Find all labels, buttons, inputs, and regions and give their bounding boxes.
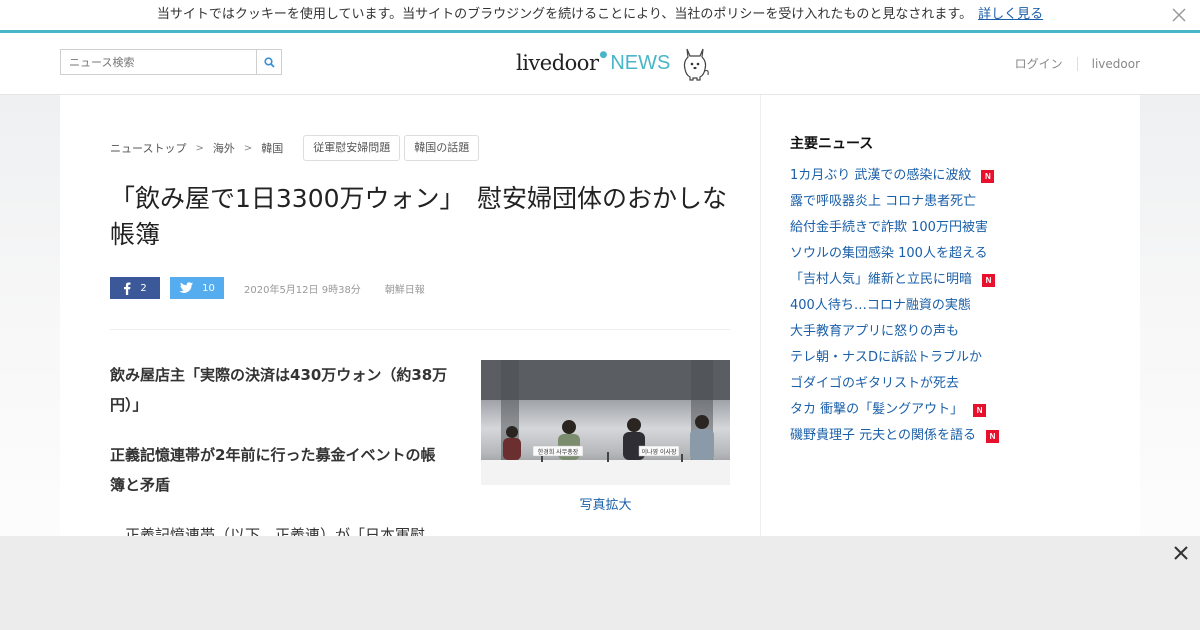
divider bbox=[110, 329, 730, 330]
news-link[interactable]: テレ朝・ナスDに訴訟トラブルか bbox=[790, 345, 982, 371]
news-link[interactable]: タカ 衝撃の「髪ングアウト」 bbox=[790, 397, 963, 423]
article-title: 「飲み屋で1日3300万ウォン」 慰安婦団体のおかしな帳簿 bbox=[110, 184, 728, 249]
twitter-share-button[interactable]: 10 bbox=[170, 277, 224, 299]
site-header: livedoor ● NEWS ログイン livedoor bbox=[0, 33, 1200, 95]
logo-news-text: NEWS bbox=[610, 51, 671, 74]
cookie-message: 当サイトではクッキーを使用しています。当サイトのブラウジングを続けることにより、… bbox=[156, 7, 973, 22]
list-item: タカ 衝撃の「髪ングアウト」 N bbox=[790, 397, 999, 423]
search-input[interactable] bbox=[61, 50, 256, 74]
header-links: ログイン livedoor bbox=[1015, 55, 1140, 72]
breadcrumb-top[interactable]: ニューストップ bbox=[110, 140, 186, 156]
logo-dot-icon: ● bbox=[599, 50, 608, 60]
site-logo[interactable]: livedoor ● NEWS bbox=[516, 41, 710, 85]
list-item: ソウルの集団感染 100人を超える bbox=[790, 241, 999, 267]
news-link[interactable]: 給付金手続きで詐欺 100万円被害 bbox=[790, 215, 988, 241]
photo-enlarge-link[interactable]: 写真拡大 bbox=[481, 494, 730, 513]
news-link[interactable]: 露で呼吸器炎上 コロナ患者死亡 bbox=[790, 189, 976, 215]
list-item: 「吉村人気」維新と立民に明暗 N bbox=[790, 267, 999, 293]
close-icon[interactable] bbox=[1170, 6, 1188, 24]
tag-comfort-women[interactable]: 従軍慰安婦問題 bbox=[303, 135, 401, 161]
dog-mascot-icon bbox=[684, 48, 710, 81]
press-conference-photo: 한경희 사무총장 이나영 이사장 bbox=[481, 360, 730, 485]
article-lead-2: 正義記憶連帯が2年前に行った募金イベントの帳簿と矛盾 bbox=[110, 446, 436, 494]
cookie-details-link[interactable]: 詳しく見る bbox=[978, 7, 1043, 22]
logo-brand-text: livedoor bbox=[516, 51, 599, 75]
sidebar-title: 主要ニュース bbox=[790, 136, 874, 152]
close-icon[interactable] bbox=[1172, 544, 1190, 562]
facebook-icon bbox=[124, 282, 131, 295]
list-item: 磯野貴理子 元夫との関係を語る N bbox=[790, 423, 1000, 449]
breadcrumb-overseas[interactable]: 海外 bbox=[213, 140, 235, 156]
new-badge-icon: N bbox=[973, 403, 987, 417]
chevron-right-icon: > bbox=[243, 142, 253, 154]
search-button[interactable] bbox=[256, 50, 281, 74]
tag-korea-topics[interactable]: 韓国の話題 bbox=[404, 135, 480, 161]
list-item: 400人待ち…コロナ融資の実態 bbox=[790, 293, 999, 319]
article-photo[interactable]: 한경희 사무총장 이나영 이사장 bbox=[481, 360, 730, 485]
header-divider bbox=[1076, 56, 1078, 71]
list-item: 給付金手続きで詐欺 100万円被害 bbox=[790, 215, 999, 241]
news-link[interactable]: 大手教育アプリに怒りの声も bbox=[790, 319, 959, 345]
share-row: 2 10 2020年5月12日 9時38分 朝鮮日報 bbox=[110, 277, 425, 299]
news-link[interactable]: 1カ月ぶり 武漢での感染に波紋 bbox=[790, 163, 971, 189]
cookie-banner: 当サイトではクッキーを使用しています。当サイトのブラウジングを続けることにより、… bbox=[0, 0, 1200, 33]
photo-placard-1: 한경희 사무총장 bbox=[538, 448, 579, 456]
news-link[interactable]: ゴダイゴのギタリストが死去 bbox=[790, 371, 959, 397]
ad-overlay bbox=[0, 536, 1200, 630]
photo-placard-2: 이나영 이사장 bbox=[641, 448, 677, 456]
news-link[interactable]: 磯野貴理子 元夫との関係を語る bbox=[790, 423, 976, 449]
search-icon bbox=[263, 56, 275, 68]
breadcrumb: ニューストップ > 海外 > 韓国 従軍慰安婦問題 韓国の話題 bbox=[110, 135, 480, 161]
news-link[interactable]: 「吉村人気」維新と立民に明暗 bbox=[790, 267, 972, 293]
top-news-list: 1カ月ぶり 武漢での感染に波紋 N 露で呼吸器炎上 コロナ患者死亡 給付金手続きで… bbox=[790, 163, 1000, 449]
list-item: テレ朝・ナスDに訴訟トラブルか bbox=[790, 345, 999, 371]
article-source[interactable]: 朝鮮日報 bbox=[385, 281, 425, 296]
facebook-count: 2 bbox=[140, 282, 147, 294]
list-item: ゴダイゴのギタリストが死去 bbox=[790, 371, 999, 397]
livedoor-link[interactable]: livedoor bbox=[1092, 57, 1140, 71]
chevron-right-icon: > bbox=[195, 142, 204, 154]
list-item: 大手教育アプリに怒りの声も bbox=[790, 319, 999, 345]
article-date: 2020年5月12日 9時38分 bbox=[244, 284, 361, 296]
breadcrumb-korea[interactable]: 韓国 bbox=[261, 140, 283, 156]
twitter-icon bbox=[179, 282, 194, 293]
list-item: 1カ月ぶり 武漢での感染に波紋 N bbox=[790, 163, 999, 189]
login-link[interactable]: ログイン bbox=[1015, 55, 1063, 72]
new-badge-icon: N bbox=[982, 273, 996, 287]
new-badge-icon: N bbox=[981, 169, 995, 183]
news-link[interactable]: ソウルの集団感染 100人を超える bbox=[790, 241, 988, 267]
news-link[interactable]: 400人待ち…コロナ融資の実態 bbox=[790, 293, 971, 319]
new-badge-icon: N bbox=[986, 429, 1000, 443]
facebook-share-button[interactable]: 2 bbox=[110, 277, 160, 299]
list-item: 露で呼吸器炎上 コロナ患者死亡 bbox=[790, 189, 999, 215]
twitter-count: 10 bbox=[202, 282, 215, 294]
search-box bbox=[60, 49, 282, 75]
article-lead-1: 飲み屋店主「実際の決済は430万ウォン（約38万円）」 bbox=[110, 366, 448, 414]
